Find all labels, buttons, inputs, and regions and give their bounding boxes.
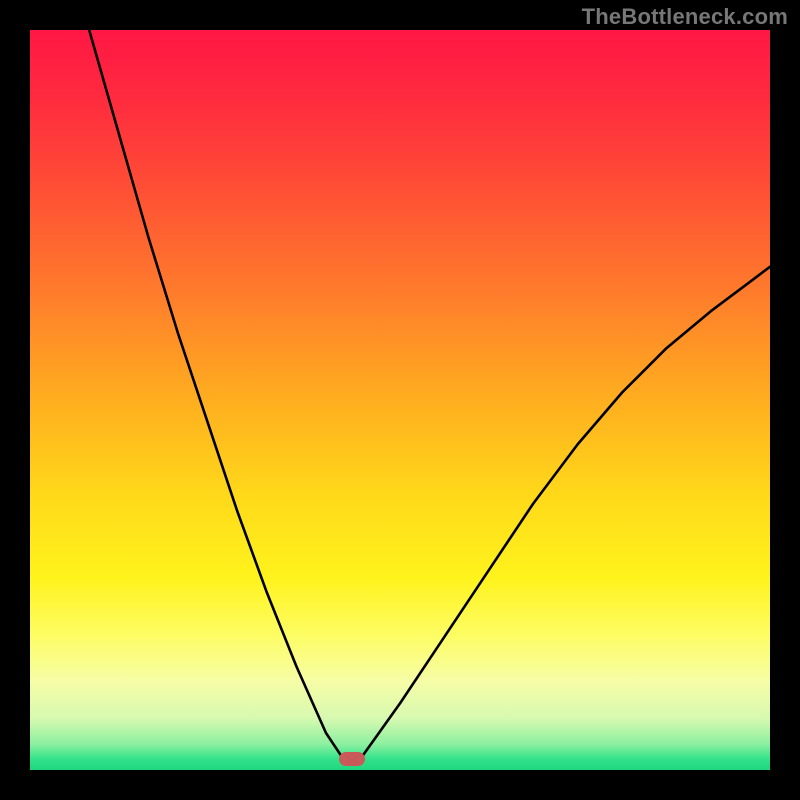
bottleneck-curve	[30, 30, 770, 770]
chart-frame: TheBottleneck.com	[0, 0, 800, 800]
plot-area	[30, 30, 770, 770]
watermark-text: TheBottleneck.com	[582, 4, 788, 30]
optimum-marker	[339, 752, 365, 766]
